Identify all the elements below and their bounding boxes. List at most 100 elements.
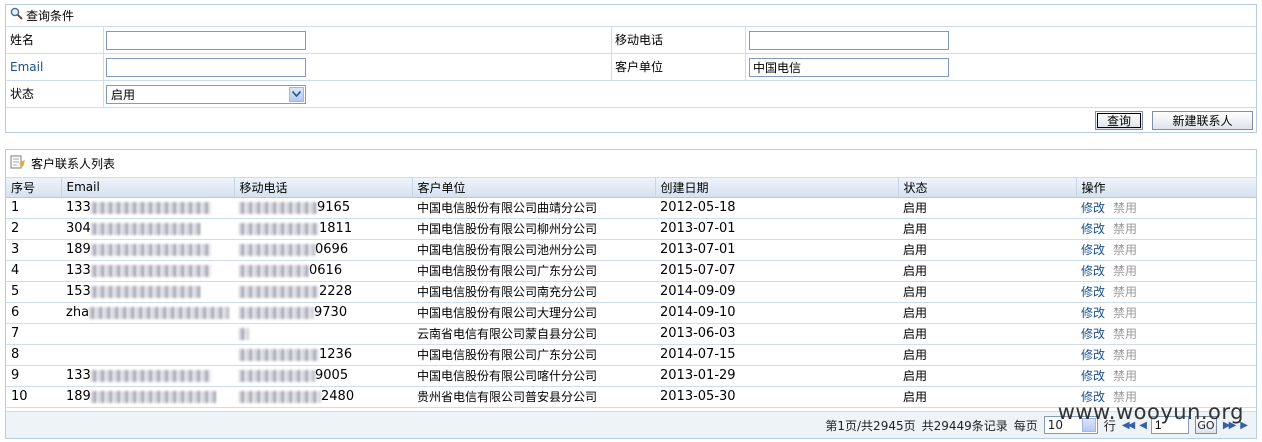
row-created-date: 2012-05-18 [655,197,898,219]
row-email: 133 [61,260,234,282]
row-status: 启用 [898,281,1076,303]
query-actions: 查询 新建联系人 [6,108,1256,133]
row-mobile: 0696 [234,239,412,261]
row-status: 启用 [898,365,1076,387]
row-email: 189 [61,386,234,408]
row-number: 6 [6,302,61,324]
status-label: 状态 [6,81,104,107]
company-input[interactable] [749,57,949,77]
column-header[interactable]: 创建日期 [655,178,899,198]
row-number: 5 [6,281,61,303]
list-panel-title: 客户联系人列表 [31,157,116,171]
row-mobile: 1236 [234,344,412,366]
query-row-email: Email 客户单位 [6,54,1256,81]
edit-link[interactable]: 修改 [1081,369,1105,383]
row-email: 189 [61,239,234,261]
column-header[interactable]: 状态 [898,178,1077,198]
row-created-date: 2013-05-30 [655,386,898,408]
row-status: 启用 [898,344,1076,366]
edit-link[interactable]: 修改 [1081,306,1105,320]
column-header[interactable]: 客户单位 [412,178,656,198]
row-company: 云南省电信有限公司蒙自县分公司 [412,323,655,345]
status-select-value: 启用 [111,87,136,102]
table-row: 7 云南省电信有限公司蒙自县分公司 2013-06-03 启用 修改 禁用 [6,323,1256,345]
row-actions: 修改 禁用 [1076,260,1256,282]
list-panel-header: 客户联系人列表 [6,150,1256,178]
row-email [61,323,234,345]
column-header[interactable]: 序号 [6,178,62,198]
row-created-date: 2013-07-01 [655,239,898,261]
row-mobile [234,323,412,345]
query-row-status: 状态 启用 [6,81,1256,108]
row-actions: 修改 禁用 [1076,218,1256,240]
edit-link[interactable]: 修改 [1081,327,1105,341]
contact-table: 序号 Email 移动电话 客户单位 创建日期 状态 操作 1 133 9165 中国… [6,178,1257,408]
row-status: 启用 [898,386,1076,408]
query-panel: 查询条件 姓名 移动电话 Email 客户单位 状态 启用 查询 新建联系人 [5,4,1257,133]
row-actions: 修改 禁用 [1076,323,1256,345]
row-created-date: 2013-06-03 [655,323,898,345]
row-created-date: 2014-07-15 [655,344,898,366]
edit-link[interactable]: 修改 [1081,222,1105,236]
row-company: 中国电信股份有限公司广东分公司 [412,260,655,282]
edit-link[interactable]: 修改 [1081,264,1105,278]
row-status: 启用 [898,218,1076,240]
disable-link: 禁用 [1113,306,1138,320]
company-label: 客户单位 [612,54,746,80]
mobile-label: 移动电话 [612,27,746,53]
row-company: 中国电信股份有限公司池州分公司 [412,239,655,261]
row-status: 启用 [898,323,1076,345]
table-row: 6 zha 9730 中国电信股份有限公司大理分公司 2014-09-10 启用 修改 禁用 [6,302,1256,324]
disable-link: 禁用 [1113,201,1138,215]
disable-link: 禁用 [1113,264,1138,278]
row-number: 10 [6,386,61,408]
new-contact-button[interactable]: 新建联系人 [1152,111,1253,130]
table-row: 1 133 9165 中国电信股份有限公司曲靖分公司 2012-05-18 启用 修改 禁用 [6,197,1256,219]
row-company: 中国电信股份有限公司南充分公司 [412,281,655,303]
email-input[interactable] [106,57,306,77]
row-number: 2 [6,218,61,240]
row-number: 1 [6,197,61,219]
column-header: 操作 [1076,178,1257,198]
query-panel-title: 查询条件 [26,8,75,23]
table-row: 2 304 1811 中国电信股份有限公司柳州分公司 2013-07-01 启用 修改 禁用 [6,218,1256,240]
row-company: 中国电信股份有限公司广东分公司 [412,344,655,366]
row-mobile: 9730 [234,302,412,324]
table-row: 5 153 2228 中国电信股份有限公司南充分公司 2014-09-09 启用 修改 禁用 [6,281,1256,303]
row-email [61,344,234,366]
disable-link: 禁用 [1113,243,1138,257]
row-actions: 修改 禁用 [1076,302,1256,324]
row-mobile: 0616 [234,260,412,282]
disable-link: 禁用 [1113,222,1138,236]
disable-link: 禁用 [1113,285,1138,299]
search-icon [10,5,23,27]
page-info: 第1页/共2945页 [825,418,916,433]
name-label: 姓名 [6,27,104,53]
edit-link[interactable]: 修改 [1081,243,1105,257]
table-row: 4 133 0616 中国电信股份有限公司广东分公司 2015-07-07 启用 修改 禁用 [6,260,1256,282]
row-created-date: 2014-09-09 [655,281,898,303]
watermark: www.wooyun.org [1057,400,1244,424]
edit-link[interactable]: 修改 [1081,201,1105,215]
row-number: 8 [6,344,61,366]
column-header[interactable]: 移动电话 [234,178,413,198]
column-header[interactable]: Email [61,178,235,198]
contact-list-panel: 客户联系人列表 序号 Email 移动电话 客户单位 创建日期 状态 操作 11… [5,149,1257,439]
chevron-down-icon[interactable] [289,86,304,102]
row-actions: 修改 禁用 [1076,239,1256,261]
name-input[interactable] [106,30,306,50]
query-button[interactable]: 查询 [1095,111,1143,130]
status-select[interactable]: 启用 [106,84,306,104]
row-company: 中国电信股份有限公司柳州分公司 [412,218,655,240]
row-status: 启用 [898,239,1076,261]
row-email: 133 [61,365,234,387]
edit-link[interactable]: 修改 [1081,285,1105,299]
table-row: 8 1236 中国电信股份有限公司广东分公司 2014-07-15 启用 修改 禁用 [6,344,1256,366]
row-mobile: 9005 [234,365,412,387]
row-company: 贵州省电信有限公司普安县分公司 [412,386,655,408]
row-mobile: 2480 [234,386,412,408]
disable-link: 禁用 [1113,348,1138,362]
edit-link[interactable]: 修改 [1081,348,1105,362]
mobile-input[interactable] [749,30,949,50]
row-email: 153 [61,281,234,303]
